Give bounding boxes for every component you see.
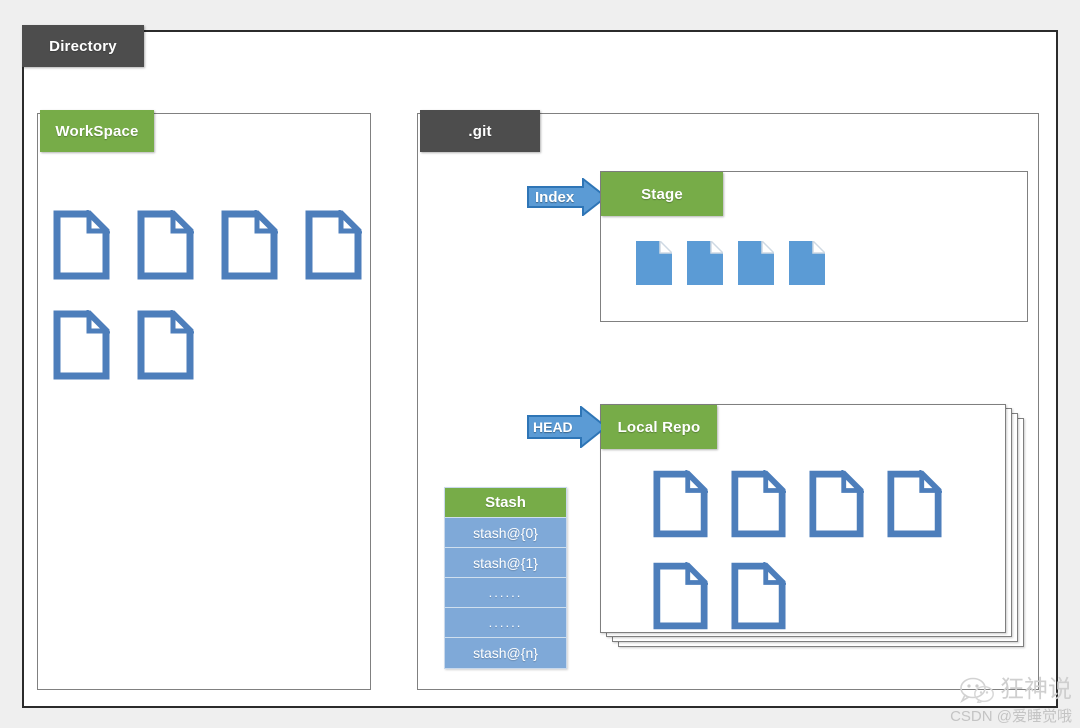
watermark-credit: CSDN @爱睡觉哦 xyxy=(950,708,1072,725)
local-repo-document-grid xyxy=(653,470,965,654)
git-label-tab: .git xyxy=(420,110,540,152)
stash-row-4[interactable]: stash@{n} xyxy=(445,638,566,668)
stage-document-4 xyxy=(789,241,840,286)
stash-row-3: ...... xyxy=(445,608,566,638)
repo-document-2 xyxy=(731,470,809,562)
directory-label-tab: Directory xyxy=(22,25,144,67)
workspace-document-5 xyxy=(53,310,137,410)
workspace-document-4 xyxy=(305,210,389,310)
workspace-label: WorkSpace xyxy=(55,122,139,140)
directory-label: Directory xyxy=(49,37,117,55)
stash-table: Stash stash@{0} stash@{1} ...... ...... … xyxy=(444,487,567,669)
stage-label-tab: Stage xyxy=(601,172,723,216)
stage-document-grid xyxy=(636,241,840,286)
stash-table-header: Stash xyxy=(445,488,566,518)
stage-label: Stage xyxy=(641,185,683,203)
repo-document-4 xyxy=(887,470,965,562)
stage-document-3 xyxy=(738,241,789,286)
stage-document-1 xyxy=(636,241,687,286)
head-arrow-label: HEAD xyxy=(533,419,573,435)
workspace-document-3 xyxy=(221,210,305,310)
repo-document-1 xyxy=(653,470,731,562)
stage-document-2 xyxy=(687,241,738,286)
index-arrow: Index xyxy=(527,178,607,216)
repo-document-5 xyxy=(653,562,731,654)
git-label: .git xyxy=(468,122,492,140)
stash-row-0[interactable]: stash@{0} xyxy=(445,518,566,548)
repo-document-3 xyxy=(809,470,887,562)
index-arrow-label: Index xyxy=(535,188,575,206)
workspace-document-grid xyxy=(53,210,389,410)
local-repo-label: Local Repo xyxy=(617,418,701,436)
stash-row-2: ...... xyxy=(445,578,566,608)
repo-document-6 xyxy=(731,562,809,654)
workspace-document-6 xyxy=(137,310,221,410)
stash-row-1[interactable]: stash@{1} xyxy=(445,548,566,578)
workspace-document-2 xyxy=(137,210,221,310)
workspace-document-1 xyxy=(53,210,137,310)
local-repo-label-tab: Local Repo xyxy=(601,405,717,449)
head-arrow: HEAD xyxy=(527,406,607,448)
workspace-label-tab: WorkSpace xyxy=(40,110,154,152)
